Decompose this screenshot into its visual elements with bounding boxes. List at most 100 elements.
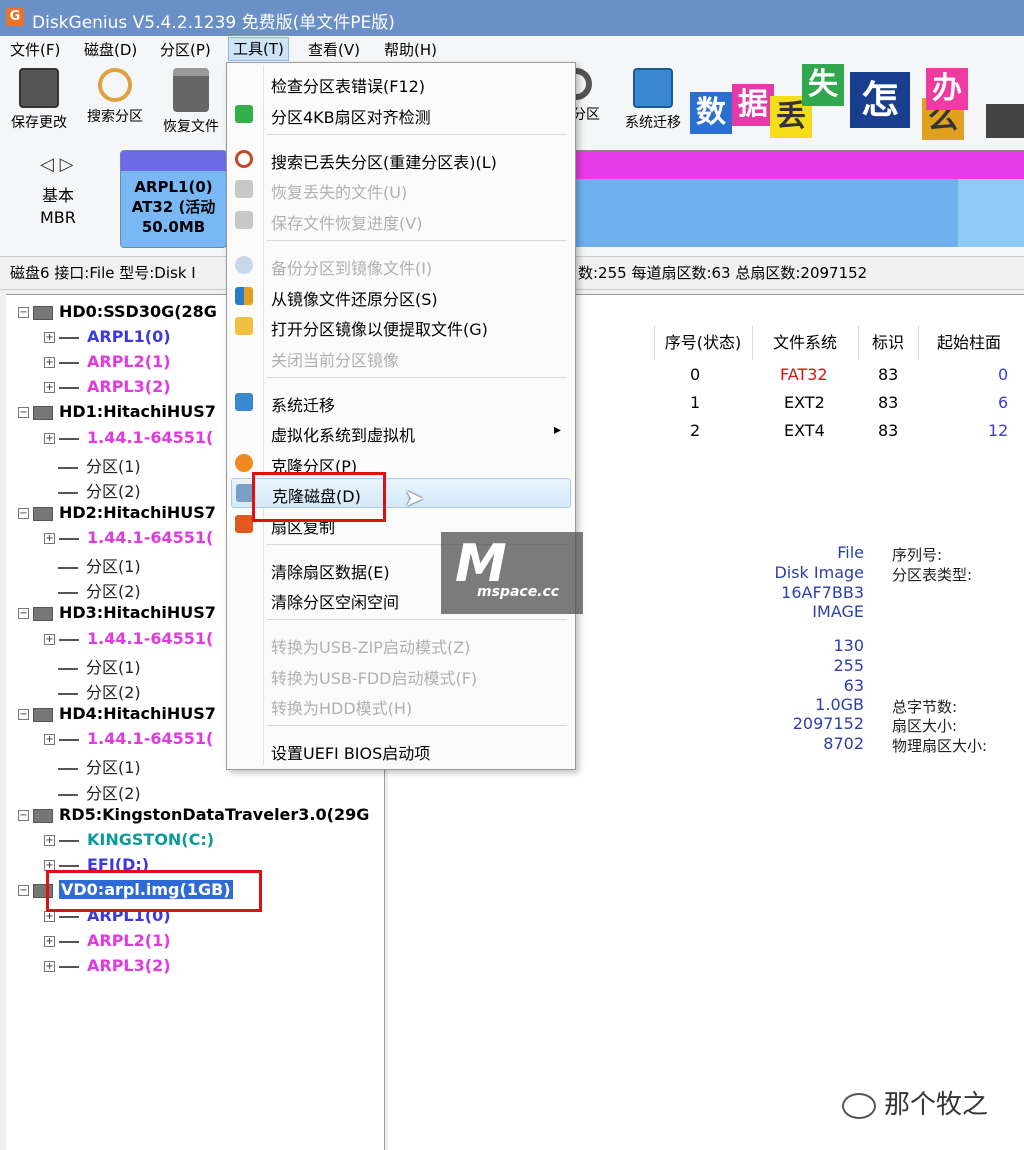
save-changes-button[interactable]: 保存更改	[4, 68, 74, 132]
partition-icon	[59, 336, 79, 339]
tools-menu: 检查分区表错误(F12) 分区4KB扇区对齐检测 搜索已丢失分区(重建分区表)(…	[226, 62, 576, 770]
menu-item-recover-lost-files[interactable]: 恢复丢失的文件(U)	[227, 175, 575, 203]
recover-files-button[interactable]: 恢复文件	[156, 68, 226, 136]
info-value: File	[837, 543, 864, 562]
info-value: 2097152	[792, 714, 864, 733]
restore-icon	[235, 287, 253, 305]
recover-icon	[235, 180, 253, 198]
tree-partition[interactable]: 分区(1)	[58, 754, 141, 778]
menu-view[interactable]: 查看(V)	[304, 39, 364, 60]
wechat-credit: 那个牧之	[842, 1084, 988, 1121]
partition-icon	[58, 692, 78, 695]
partition-icon	[58, 767, 78, 770]
system-migrate-button[interactable]: 系统迁移	[618, 68, 688, 132]
backup-icon	[235, 256, 253, 274]
align-icon	[235, 105, 253, 123]
banner-decoration	[986, 104, 1024, 138]
banner-char: 办	[926, 68, 968, 110]
tree-partition[interactable]: 分区(1)	[58, 654, 141, 678]
app-icon: G	[6, 8, 24, 26]
partition-icon	[58, 667, 78, 670]
partition-icon	[59, 864, 79, 867]
menu-item-backup-partition[interactable]: 备份分区到镜像文件(I)	[227, 251, 575, 279]
menu-partition[interactable]: 分区(P)	[156, 39, 215, 60]
tree-disk[interactable]: − HD1:HitachiHUS7	[18, 402, 216, 421]
info-value: 1.0GB	[815, 695, 864, 714]
disk-icon	[33, 506, 53, 521]
chevron-right-icon: ▸	[553, 422, 561, 438]
partition-icon	[59, 965, 79, 968]
tree-disk[interactable]: − HD0:SSD30G(28G	[18, 302, 217, 321]
menu-file[interactable]: 文件(F)	[6, 39, 64, 60]
col-start-cylinder[interactable]: 起始柱面	[918, 326, 1019, 360]
menu-bar: 文件(F) 磁盘(D) 分区(P) 工具(T) 查看(V) 帮助(H)	[0, 36, 1024, 63]
disk-nav-arrows[interactable]: ◁ ▷	[40, 154, 73, 175]
menu-item-hdd-mode[interactable]: 转换为HDD模式(H)	[227, 691, 575, 719]
tree-partition[interactable]: 分区(2)	[58, 780, 141, 804]
tree-partition[interactable]: + ARPL2(1)	[44, 931, 171, 950]
tree-partition[interactable]: + ARPL3(2)	[44, 956, 171, 975]
info-value: IMAGE	[812, 602, 864, 621]
partition-icon	[58, 566, 78, 569]
menu-item-open-partition-image[interactable]: 打开分区镜像以便提取文件(G)	[227, 312, 575, 340]
partition-icon	[58, 591, 78, 594]
partition-icon	[59, 738, 79, 741]
col-id[interactable]: 标识	[858, 326, 917, 360]
banner-char: 据	[732, 84, 774, 126]
menu-help[interactable]: 帮助(H)	[380, 39, 441, 60]
col-index[interactable]: 序号(状态)	[654, 326, 751, 360]
search-partition-button[interactable]: 搜索分区	[80, 68, 150, 126]
info-value: 255	[833, 656, 864, 675]
menu-item-close-partition-image[interactable]: 关闭当前分区镜像	[227, 343, 575, 371]
tree-partition[interactable]: +1.44.1-64551(	[44, 629, 213, 648]
tree-partition[interactable]: + ARPL1(0)	[44, 327, 171, 346]
tree-partition[interactable]: + KINGSTON(C:)	[44, 830, 214, 849]
tree-partition[interactable]: 分区(2)	[58, 478, 141, 502]
info-value: 8702	[823, 734, 864, 753]
clone-partition-icon	[235, 454, 253, 472]
menu-item-check-partition-table[interactable]: 检查分区表错误(F12)	[227, 69, 575, 97]
partition-icon	[58, 793, 78, 796]
menu-item-restore-partition[interactable]: 从镜像文件还原分区(S)	[227, 282, 575, 310]
menu-item-save-recovery-progress[interactable]: 保存文件恢复进度(V)	[227, 206, 575, 234]
save-icon	[235, 211, 253, 229]
tree-partition[interactable]: 分区(1)	[58, 553, 141, 577]
menu-item-uefi-boot[interactable]: 设置UEFI BIOS启动项	[227, 736, 575, 764]
info-value: Disk Image	[774, 563, 864, 582]
disk-map-partition[interactable]	[572, 150, 1024, 247]
disk-icon	[33, 808, 53, 823]
menu-item-usb-fdd[interactable]: 转换为USB-FDD启动模式(F)	[227, 661, 575, 689]
info-value: 63	[843, 676, 864, 695]
search-icon	[98, 68, 132, 102]
tree-partition[interactable]: + ARPL2(1)	[44, 352, 171, 371]
tree-partition[interactable]: +1.44.1-64551(	[44, 528, 213, 547]
ad-banner[interactable]: 数 据 丢 失 怎 么 办	[690, 64, 1024, 140]
tree-disk[interactable]: − HD4:HitachiHUS7	[18, 704, 216, 723]
info-value: 130	[833, 636, 864, 655]
partition-icon	[58, 466, 78, 469]
tree-partition[interactable]: 分区(1)	[58, 453, 141, 477]
info-label: 扇区大小:	[892, 717, 958, 735]
watermark: M mspace.cc	[441, 532, 583, 614]
tree-disk[interactable]: − HD2:HitachiHUS7	[18, 503, 216, 522]
banner-char: 怎	[850, 72, 910, 128]
menu-item-4kb-align[interactable]: 分区4KB扇区对齐检测	[227, 100, 575, 128]
menu-item-system-migrate[interactable]: 系统迁移	[227, 388, 575, 416]
menu-item-usb-zip[interactable]: 转换为USB-ZIP启动模式(Z)	[227, 630, 575, 658]
disk-map-partition[interactable]: ARPL1(0) AT32 (活动 50.0MB	[120, 150, 227, 248]
tree-partition[interactable]: +1.44.1-64551(	[44, 428, 213, 447]
menu-item-search-lost-partition[interactable]: 搜索已丢失分区(重建分区表)(L)	[227, 145, 575, 173]
col-filesystem[interactable]: 文件系统	[752, 326, 857, 360]
info-label: 分区表类型:	[892, 566, 973, 584]
menu-item-virtualize-system[interactable]: 虚拟化系统到虚拟机 ▸	[227, 418, 575, 446]
tree-partition[interactable]: + ARPL3(2)	[44, 377, 171, 396]
tree-partition[interactable]: +1.44.1-64551(	[44, 729, 213, 748]
partition-icon	[59, 940, 79, 943]
tree-partition[interactable]: 分区(2)	[58, 578, 141, 602]
menu-disk[interactable]: 磁盘(D)	[80, 39, 141, 60]
tree-disk[interactable]: − HD3:HitachiHUS7	[18, 603, 216, 622]
menu-tools[interactable]: 工具(T)	[228, 37, 289, 61]
disk-icon	[33, 606, 53, 621]
tree-disk[interactable]: − RD5:KingstonDataTraveler3.0(29G	[18, 805, 369, 824]
tree-partition[interactable]: 分区(2)	[58, 679, 141, 703]
